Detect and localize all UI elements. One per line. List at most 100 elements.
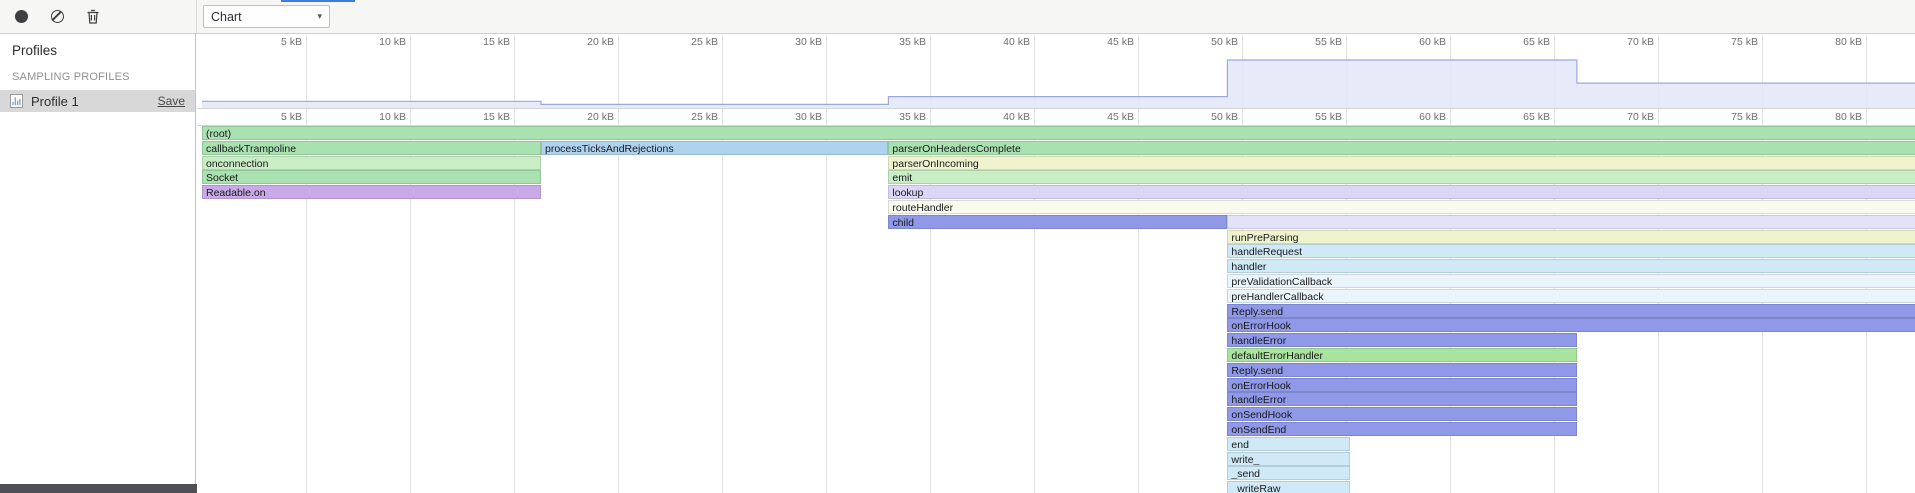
profiler-main: 5 kB 10 kB 15 kB 20 kB 25 kB 30 kB 35 kB 40 kB 4… [197,34,1915,493]
flame-row: defaultErrorHandler [197,348,1915,363]
ruler-tick-label: 20 kB [568,36,614,48]
block-circle-icon [51,10,64,23]
flame-bar-prehandlercallback[interactable]: preHandlerCallback [1227,289,1915,303]
flame-row: write_ [197,452,1915,467]
flame-row: preValidationCallback [197,274,1915,289]
flame-row: handler [197,259,1915,274]
ruler-tick-label: 20 kB [568,111,614,123]
flame-bar-writeraw[interactable]: _writeRaw [1227,481,1350,493]
flame-bar-processticksandrejections[interactable]: processTicksAndRejections [541,141,888,155]
flame-row: callbackTrampolineprocessTicksAndRejecti… [197,141,1915,156]
ruler-bottom: 5 kB10 kB15 kB20 kB25 kB30 kB35 kB40 kB4… [197,108,1915,126]
ruler-tick-label: 70 kB [1608,111,1654,123]
ruler-top: 5 kB10 kB15 kB20 kB25 kB30 kB35 kB40 kB4… [197,34,1915,50]
ruler-tick-label: 35 kB [880,36,926,48]
sampling-profiles-header: SAMPLING PROFILES [0,62,195,90]
flame-bar-socket[interactable]: Socket [202,170,541,184]
ruler-tick-label: 50 kB [1192,36,1238,48]
flame-bar-onconnection[interactable]: onconnection [202,156,541,170]
delete-profile-button[interactable] [82,6,104,28]
ruler-tick-label: 75 kB [1712,111,1758,123]
flame-row: routeHandler [197,200,1915,215]
flame-bar-end[interactable]: end [1227,437,1350,451]
flame-row: end [197,437,1915,452]
flame-bar-onerrorhook[interactable]: onErrorHook [1227,318,1915,332]
profile-chart-icon [10,94,23,108]
ruler-tick-label: 15 kB [464,36,510,48]
ruler-tick-label: 50 kB [1192,111,1238,123]
flame-row: Socket emit [197,170,1915,185]
chart-view-select[interactable]: Chart ▾ [203,5,330,28]
toolbar-separator [196,0,197,33]
flame-bar-onsendend[interactable]: onSendEnd [1227,422,1576,436]
ruler-tick-label: 55 kB [1296,111,1342,123]
flame-row: Reply.send [197,363,1915,378]
flame-row: handleError [197,392,1915,407]
ruler-tick-label: 60 kB [1400,111,1446,123]
flame-chart[interactable]: (root)callbackTrampolineprocessTicksAndR… [197,126,1915,493]
ruler-tick-label: 5 kB [256,111,302,123]
profile-list-item[interactable]: Profile 1 Save [0,90,195,112]
flame-bar-callbacktrampoline[interactable]: callbackTrampoline [202,141,541,155]
flame-bar-root[interactable]: (root) [202,126,1915,140]
flame-bar-onsendhook[interactable]: onSendHook [1227,407,1576,421]
active-tab-indicator [281,0,355,2]
ruler-tick-label: 25 kB [672,111,718,123]
flame-row: onErrorHook [197,318,1915,333]
ruler-tick-label: 65 kB [1504,36,1550,48]
ruler-tick-label: 80 kB [1816,111,1862,123]
ruler-tick-label: 40 kB [984,111,1030,123]
profiles-sidebar: Profiles SAMPLING PROFILES Profile 1 Sav… [0,34,196,493]
flame-bar-reply-send[interactable]: Reply.send [1227,363,1576,377]
ruler-tick-label: 55 kB [1296,36,1342,48]
flame-row: _send [197,466,1915,481]
flame-row: _writeRaw [197,481,1915,493]
flame-bar-handlerequest[interactable]: handleRequest [1227,244,1915,258]
ruler-tick-label: 10 kB [360,111,406,123]
ruler-tick-label: 75 kB [1712,36,1758,48]
flame-row: (root) [197,126,1915,141]
flame-bar-defaulterrorhandler[interactable]: defaultErrorHandler [1227,348,1576,362]
flame-bar-onerrorhook[interactable]: onErrorHook [1227,378,1576,392]
flame-bar-send[interactable]: _send [1227,466,1350,480]
ruler-tick-label: 60 kB [1400,36,1446,48]
flame-bar-handleerror[interactable]: handleError [1227,392,1576,406]
flame-bar-handleerror[interactable]: handleError [1227,333,1576,347]
flame-row: onSendEnd [197,422,1915,437]
flame-bar-readable-on[interactable]: Readable.on [202,185,541,199]
discard-profile-button[interactable] [46,6,68,28]
flame-bar-child[interactable]: child [888,215,1227,229]
ruler-tick-label: 30 kB [776,36,822,48]
ruler-tick-label: 45 kB [1088,36,1134,48]
flame-bar-write[interactable]: write_ [1227,452,1350,466]
ruler-tick-label: 70 kB [1608,36,1654,48]
flame-bar-reply-send[interactable]: Reply.send [1227,304,1915,318]
profile-name: Profile 1 [31,94,150,109]
flame-bar-emit[interactable]: emit [888,170,1915,184]
record-profile-button[interactable] [10,6,32,28]
ruler-tick-label: 45 kB [1088,111,1134,123]
flame-row: child [197,215,1915,230]
ruler-tick-label: 10 kB [360,36,406,48]
flame-bar-lookup[interactable]: lookup [888,185,1915,199]
flame-bar-prevalidationcallback[interactable]: preValidationCallback [1227,274,1915,288]
flame-bar-handler[interactable]: handler [1227,259,1915,273]
ruler-tick-label: 40 kB [984,36,1030,48]
ruler-tick-label: 15 kB [464,111,510,123]
ruler-tick-label: 35 kB [880,111,926,123]
flame-bar-parseronheaderscomplete[interactable]: parserOnHeadersComplete [888,141,1915,155]
flame-bar-routehandler[interactable]: routeHandler [888,200,1915,214]
flame-bar-runpreparsing[interactable]: runPreParsing [1227,230,1915,244]
overview-pane[interactable] [197,50,1915,108]
flame-bar-parseronincoming[interactable]: parserOnIncoming [888,156,1915,170]
toolbar-buttons [10,0,104,33]
flame-row: handleRequest [197,244,1915,259]
flame-row: runPreParsing [197,230,1915,245]
flame-row: onSendHook [197,407,1915,422]
ruler-tick-label: 80 kB [1816,36,1862,48]
flame-row: preHandlerCallback [197,289,1915,304]
flame-row: Reply.send [197,304,1915,319]
flame-bar[interactable] [1227,215,1915,229]
save-profile-link[interactable]: Save [158,94,185,108]
trash-icon [86,9,100,24]
